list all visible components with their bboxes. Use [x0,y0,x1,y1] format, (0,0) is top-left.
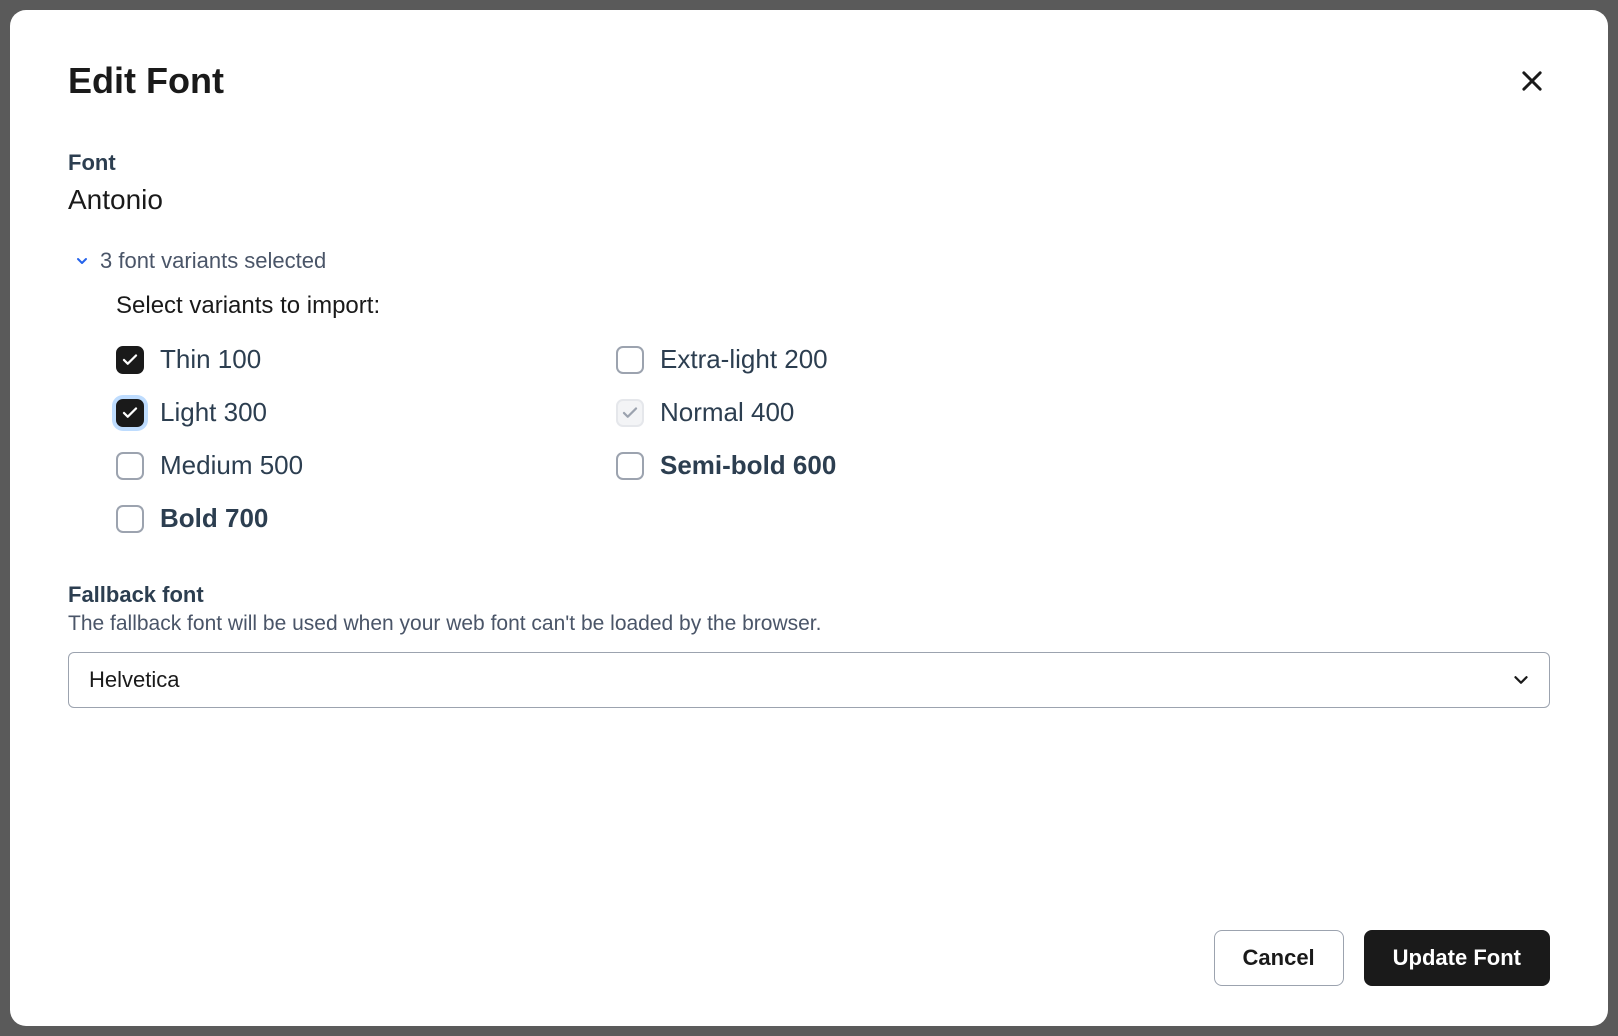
modal-title: Edit Font [68,60,224,102]
variant-label: Semi-bold 600 [660,450,836,481]
variant-checkbox [616,399,644,427]
modal-footer: Cancel Update Font [68,890,1550,986]
fallback-help-text: The fallback font will be used when your… [68,612,1550,636]
check-icon [621,404,639,422]
variant-item: Semi-bold 600 [616,450,1116,481]
variant-item: Bold 700 [116,503,616,534]
font-section-label: Font [68,150,1550,176]
modal-header: Edit Font [68,60,1550,102]
variants-toggle[interactable]: 3 font variants selected [74,248,1550,274]
variant-label: Bold 700 [160,503,268,534]
variant-checkbox[interactable] [116,346,144,374]
variant-checkbox[interactable] [116,452,144,480]
variant-item: Normal 400 [616,397,1116,428]
check-icon [121,351,139,369]
variants-prompt: Select variants to import: [116,292,1550,320]
variant-label: Normal 400 [660,397,794,428]
variant-checkbox[interactable] [616,452,644,480]
variant-label: Extra-light 200 [660,344,828,375]
fallback-select-value: Helvetica [89,667,179,693]
update-font-button[interactable]: Update Font [1364,930,1550,986]
variant-label: Light 300 [160,397,267,428]
cancel-button[interactable]: Cancel [1214,930,1344,986]
fallback-label: Fallback font [68,582,1550,608]
variant-checkbox[interactable] [116,399,144,427]
variants-grid: Thin 100 Extra-light 200 Light 300 Normal 4… [116,344,1550,534]
variant-item: Thin 100 [116,344,616,375]
variant-label: Medium 500 [160,450,303,481]
edit-font-modal: Edit Font Font Antonio 3 font variants s… [10,10,1608,1026]
font-name-value: Antonio [68,184,1550,216]
font-section: Font Antonio 3 font variants selected Se… [68,150,1550,574]
variant-item: Medium 500 [116,450,616,481]
chevron-down-icon [74,253,90,269]
fallback-select-wrap: Helvetica [68,652,1550,708]
variant-label: Thin 100 [160,344,261,375]
close-icon [1518,67,1546,95]
variant-checkbox[interactable] [116,505,144,533]
variant-item: Extra-light 200 [616,344,1116,375]
check-icon [121,404,139,422]
fallback-section: Fallback font The fallback font will be … [68,582,1550,708]
variants-summary-text: 3 font variants selected [100,248,326,274]
variant-checkbox[interactable] [616,346,644,374]
fallback-select[interactable]: Helvetica [68,652,1550,708]
close-button[interactable] [1514,63,1550,99]
variant-item: Light 300 [116,397,616,428]
